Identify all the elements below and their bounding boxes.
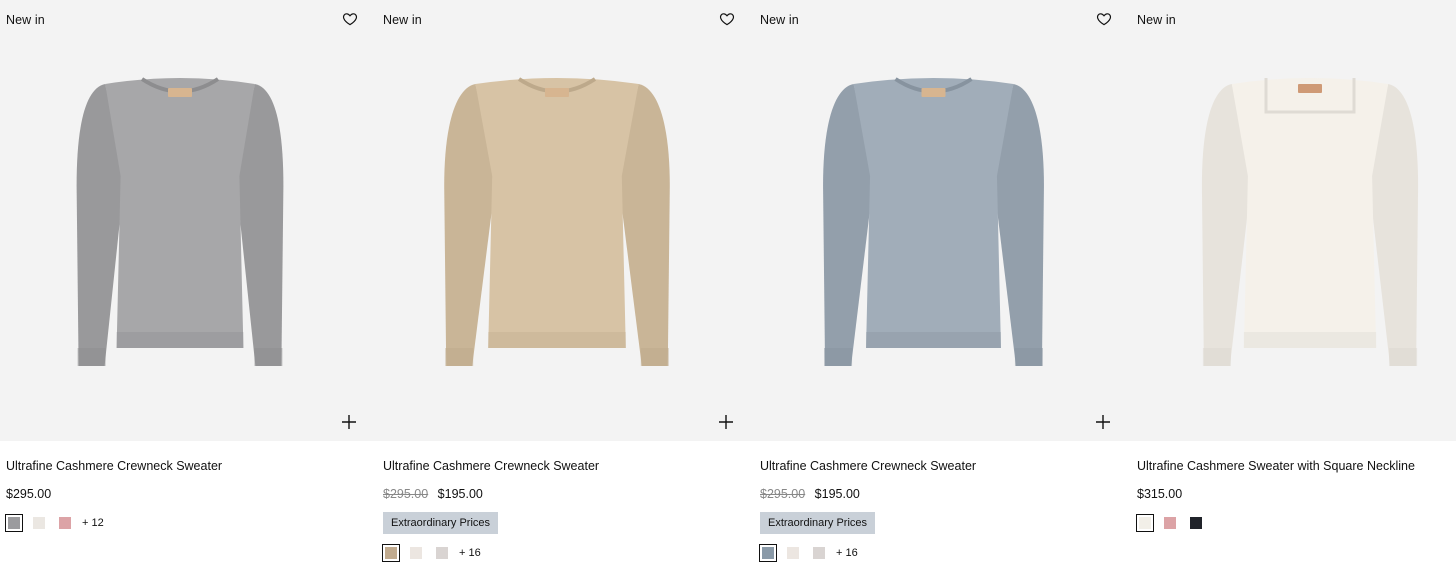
- heart-icon[interactable]: [342, 11, 358, 27]
- sweater-body: [105, 78, 255, 348]
- product-image: [444, 77, 670, 366]
- price-row: $315.00: [1137, 487, 1182, 501]
- product-card[interactable]: New in Ultrafine Cashmere Crewneck Sweat…: [0, 0, 377, 580]
- hem-band: [866, 332, 1001, 348]
- price-current: $195.00: [814, 487, 860, 501]
- hem-band: [116, 332, 244, 348]
- cuff-right: [1389, 348, 1418, 366]
- color-swatch[interactable]: [59, 517, 71, 529]
- product-card[interactable]: New in Ultrafine Cashmere Crewneck Sweat…: [377, 0, 754, 580]
- brand-label: [921, 88, 946, 97]
- more-colors-count[interactable]: + 12: [82, 517, 104, 529]
- price-current: $195.00: [437, 487, 483, 501]
- promo-tag: Extraordinary Prices: [760, 512, 876, 534]
- color-swatch-selected[interactable]: [759, 544, 777, 562]
- price-original: $295.00: [383, 487, 429, 501]
- cuff-right: [254, 348, 283, 366]
- product-image-area[interactable]: New in: [0, 0, 377, 441]
- sweater-body: [853, 78, 1014, 348]
- product-grid: New in Ultrafine Cashmere Crewneck Sweat…: [0, 0, 1456, 580]
- cuff-left: [77, 348, 106, 366]
- product-card[interactable]: New in Ultrafine Cashmere Sweater with S…: [1131, 0, 1456, 580]
- sweater-body: [1231, 78, 1389, 348]
- new-in-badge: New in: [1137, 13, 1176, 27]
- product-title[interactable]: Ultrafine Cashmere Crewneck Sweater: [6, 459, 222, 473]
- price-row: $295.00 $195.00: [760, 487, 860, 501]
- color-swatch-selected[interactable]: [382, 544, 400, 562]
- product-title[interactable]: Ultrafine Cashmere Crewneck Sweater: [760, 459, 976, 473]
- cuff-left: [1202, 348, 1231, 366]
- cuff-right: [640, 348, 669, 366]
- more-colors-count[interactable]: + 16: [459, 547, 481, 559]
- color-swatch-selected[interactable]: [5, 514, 23, 532]
- product-image: [1201, 78, 1419, 366]
- color-swatch[interactable]: [33, 517, 45, 529]
- color-swatches: + 12: [5, 514, 104, 532]
- product-image: [76, 77, 284, 366]
- color-swatch-selected[interactable]: [1136, 514, 1154, 532]
- heart-icon[interactable]: [1096, 11, 1112, 27]
- product-image-area[interactable]: New in: [1131, 0, 1456, 441]
- cuff-right: [1014, 348, 1043, 366]
- hem-band: [1243, 332, 1377, 348]
- product-card[interactable]: New in Ultrafine Cashmere Crewneck Sweat…: [754, 0, 1131, 580]
- color-swatch[interactable]: [787, 547, 799, 559]
- price-row: $295.00: [6, 487, 51, 501]
- color-swatch[interactable]: [436, 547, 448, 559]
- plus-icon[interactable]: [1095, 414, 1111, 430]
- plus-icon[interactable]: [341, 414, 357, 430]
- brand-label: [168, 88, 192, 97]
- cuff-left: [824, 348, 853, 366]
- color-swatches: + 16: [759, 544, 858, 562]
- price-current: $315.00: [1137, 487, 1183, 501]
- color-swatch[interactable]: [813, 547, 825, 559]
- plus-icon[interactable]: [718, 414, 734, 430]
- heart-icon[interactable]: [719, 11, 735, 27]
- new-in-badge: New in: [6, 13, 45, 27]
- color-swatch[interactable]: [1190, 517, 1202, 529]
- product-title[interactable]: Ultrafine Cashmere Sweater with Square N…: [1137, 459, 1415, 473]
- price-row: $295.00 $195.00: [383, 487, 483, 501]
- color-swatches: + 16: [382, 544, 481, 562]
- promo-tag: Extraordinary Prices: [383, 512, 499, 534]
- color-swatch[interactable]: [410, 547, 422, 559]
- new-in-badge: New in: [383, 13, 422, 27]
- brand-label: [545, 88, 569, 97]
- color-swatches: [1136, 514, 1211, 532]
- more-colors-count[interactable]: + 16: [836, 547, 858, 559]
- product-image: [823, 77, 1044, 366]
- price-current: $295.00: [6, 487, 52, 501]
- product-title[interactable]: Ultrafine Cashmere Crewneck Sweater: [383, 459, 599, 473]
- color-swatch[interactable]: [1164, 517, 1176, 529]
- price-original: $295.00: [760, 487, 806, 501]
- new-in-badge: New in: [760, 13, 799, 27]
- hem-band: [488, 332, 626, 348]
- product-image-area[interactable]: New in: [754, 0, 1131, 441]
- cuff-left: [445, 348, 474, 366]
- brand-label: [1298, 84, 1322, 93]
- product-image-area[interactable]: New in: [377, 0, 754, 441]
- sweater-body: [475, 78, 639, 348]
